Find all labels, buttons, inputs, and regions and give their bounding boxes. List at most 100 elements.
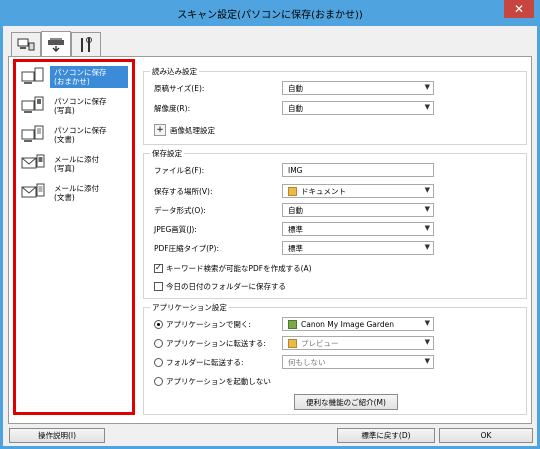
send-to-app-select[interactable]: プレビュー ▼ <box>282 336 434 350</box>
resolution-value: 自動 <box>288 103 303 113</box>
chevron-down-icon: ▼ <box>424 224 430 232</box>
save-to-pc-photo-icon <box>21 96 44 113</box>
save-settings-group: 保存設定 ファイル名(F): IMG 保存する場所(V): ドキュメント ▼ デ… <box>143 148 527 299</box>
folder-icon <box>288 186 297 196</box>
tab-panel: パソコンに保存 (おまかせ) パソコンに保存 (写真) パソコンに保存 (文書)… <box>8 56 532 424</box>
attach-mail-photo-icon <box>21 154 45 169</box>
tab-scan-from-operation-panel[interactable] <box>41 31 71 57</box>
save-to-pc-document-icon <box>21 125 44 142</box>
send-to-folder-select[interactable]: 何もしない ▼ <box>282 355 434 369</box>
expand-plus-icon[interactable]: + <box>154 124 166 136</box>
file-name-value: IMG <box>288 165 303 175</box>
attach-mail-document-icon <box>21 183 45 198</box>
file-name-row: ファイル名(F): <box>154 162 204 178</box>
data-format-value: 自動 <box>288 205 303 215</box>
tools-icon <box>81 36 92 52</box>
jpeg-quality-label: JPEG画質(J): <box>154 224 197 234</box>
my-image-garden-icon <box>288 319 297 329</box>
subfolder-checkbox[interactable] <box>154 281 163 291</box>
sidebar-item-save-pc-auto[interactable]: パソコンに保存 (おまかせ) <box>20 66 130 90</box>
chevron-down-icon: ▼ <box>424 243 430 251</box>
pdf-compression-label: PDF圧縮タイプ(P): <box>154 243 220 253</box>
chevron-down-icon: ▼ <box>424 103 430 111</box>
dialog-client-area: パソコンに保存 (おまかせ) パソコンに保存 (写真) パソコンに保存 (文書)… <box>3 26 537 446</box>
subfolder-row[interactable]: 今日の日付のフォルダーに保存する <box>154 278 286 294</box>
more-functions-button[interactable]: 便利な機能のご紹介(M) <box>294 394 398 410</box>
chevron-down-icon: ▼ <box>424 205 430 213</box>
send-to-app-row[interactable]: アプリケーションに転送する: <box>154 335 266 351</box>
no-app-radio[interactable] <box>154 376 163 386</box>
tab-scan-from-computer[interactable] <box>11 32 41 56</box>
preview-icon <box>288 338 297 348</box>
save-in-row: 保存する場所(V): <box>154 183 213 199</box>
send-to-folder-label: フォルダーに転送する: <box>166 357 244 367</box>
resolution-label: 解像度(R): <box>154 103 191 113</box>
save-settings-title: 保存設定 <box>150 148 184 159</box>
chevron-down-icon: ▼ <box>424 319 430 327</box>
sidebar-item-label: パソコンに保存 (写真) <box>54 97 107 115</box>
file-name-input[interactable]: IMG <box>282 163 434 177</box>
scan-options-title: 読み込み設定 <box>150 66 199 77</box>
sidebar-item-label: メールに添付 (写真) <box>54 155 99 173</box>
paper-size-label: 原稿サイズ(E): <box>154 83 205 93</box>
jpeg-quality-select[interactable]: 標準 ▼ <box>282 222 434 236</box>
keyword-pdf-row[interactable]: キーワード検索が可能なPDFを作成する(A) <box>154 260 312 276</box>
title-bar[interactable]: スキャン設定(パソコンに保存(おまかせ)) ✕ <box>0 0 540 26</box>
sidebar-item-label: メールに添付 (文書) <box>54 184 99 202</box>
pdf-compression-row: PDF圧縮タイプ(P): <box>154 240 219 256</box>
save-in-select[interactable]: ドキュメント ▼ <box>282 184 434 198</box>
chevron-down-icon: ▼ <box>424 357 430 365</box>
send-to-folder-value: 何もしない <box>288 357 326 367</box>
open-with-row[interactable]: アプリケーションで開く: <box>154 316 251 332</box>
tab-general-settings[interactable] <box>71 32 101 56</box>
open-with-radio[interactable] <box>154 319 163 329</box>
send-to-folder-row[interactable]: フォルダーに転送する: <box>154 354 244 370</box>
scan-options-group: 読み込み設定 原稿サイズ(E): 自動 ▼ 解像度(R): 自動 ▼ + 画像処… <box>143 66 527 145</box>
file-name-label: ファイル名(F): <box>154 165 205 175</box>
image-processing-label: 画像処理設定 <box>170 125 215 135</box>
sidebar-item-mail-document[interactable]: メールに添付 (文書) <box>20 182 130 206</box>
no-app-row[interactable]: アプリケーションを起動しない <box>154 373 271 389</box>
jpeg-quality-value: 標準 <box>288 224 303 234</box>
app-settings-group: アプリケーション設定 アプリケーションで開く: Canon My Image G… <box>143 302 527 415</box>
pdf-compression-value: 標準 <box>288 243 303 253</box>
data-format-select[interactable]: 自動 ▼ <box>282 203 434 217</box>
resolution-row: 解像度(R): <box>154 100 190 116</box>
sidebar-item-save-pc-document[interactable]: パソコンに保存 (文書) <box>20 124 130 148</box>
keyword-pdf-checkbox[interactable] <box>154 263 163 273</box>
paper-size-value: 自動 <box>288 83 303 93</box>
send-to-folder-radio[interactable] <box>154 357 163 367</box>
open-with-label: アプリケーションで開く: <box>166 319 251 329</box>
open-with-value: Canon My Image Garden <box>301 319 394 329</box>
sidebar-item-label: パソコンに保存 (おまかせ) <box>50 66 128 88</box>
pdf-compression-select[interactable]: 標準 ▼ <box>282 241 434 255</box>
image-processing-row[interactable]: + 画像処理設定 <box>154 122 215 138</box>
keyword-pdf-label: キーワード検索が可能なPDFを作成する(A) <box>166 263 312 273</box>
scan-settings-window: スキャン設定(パソコンに保存(おまかせ)) ✕ パソコンに保存 (おまかせ) パ… <box>0 0 540 449</box>
no-app-label: アプリケーションを起動しない <box>166 376 271 386</box>
send-to-app-label: アプリケーションに転送する: <box>166 338 266 348</box>
subfolder-label: 今日の日付のフォルダーに保存する <box>166 281 286 291</box>
send-to-app-radio[interactable] <box>154 338 163 348</box>
jpeg-quality-row: JPEG画質(J): <box>154 221 197 237</box>
app-settings-title: アプリケーション設定 <box>150 302 229 313</box>
chevron-down-icon: ▼ <box>424 186 430 194</box>
sidebar-item-label: パソコンに保存 (文書) <box>54 126 107 144</box>
save-in-label: 保存する場所(V): <box>154 186 213 196</box>
data-format-row: データ形式(O): <box>154 202 206 218</box>
defaults-button[interactable]: 標準に戻す(D) <box>337 428 435 443</box>
send-to-app-value: プレビュー <box>301 338 339 348</box>
open-with-select[interactable]: Canon My Image Garden ▼ <box>282 317 434 331</box>
instructions-button[interactable]: 操作説明(I) <box>9 428 105 443</box>
sidebar-item-mail-photo[interactable]: メールに添付 (写真) <box>20 153 130 177</box>
resolution-select[interactable]: 自動 ▼ <box>282 101 434 115</box>
sidebar-item-save-pc-photo[interactable]: パソコンに保存 (写真) <box>20 95 130 119</box>
settings-content: 読み込み設定 原稿サイズ(E): 自動 ▼ 解像度(R): 自動 ▼ + 画像処… <box>143 59 529 419</box>
ok-button[interactable]: OK <box>439 428 533 443</box>
scanner-to-pc-icon <box>17 38 35 50</box>
window-title: スキャン設定(パソコンに保存(おまかせ)) <box>177 10 363 21</box>
scan-mode-sidebar: パソコンに保存 (おまかせ) パソコンに保存 (写真) パソコンに保存 (文書)… <box>13 59 135 415</box>
paper-size-select[interactable]: 自動 ▼ <box>282 81 434 95</box>
data-format-label: データ形式(O): <box>154 205 206 215</box>
close-button[interactable]: ✕ <box>504 0 534 18</box>
